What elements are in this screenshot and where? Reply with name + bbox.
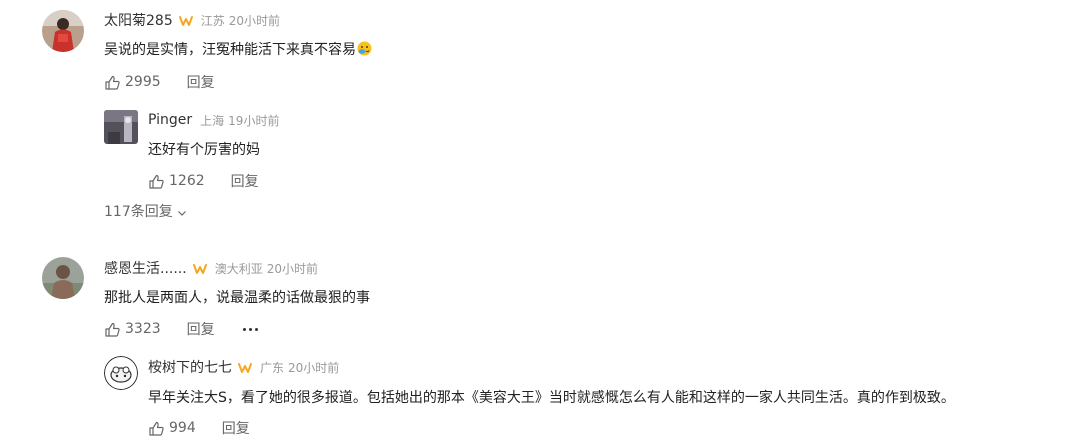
reply-actions: 1262 回复 <box>148 171 259 191</box>
reply-meta: Pinger 上海 19小时前 <box>148 110 279 130</box>
thumbs-up-icon <box>148 173 165 190</box>
like-count: 2995 <box>125 74 161 90</box>
comment-meta: 太阳菊285 江苏 20小时前 <box>104 10 280 30</box>
comment-body: 吴说的是实情，汪冤种能活下来真不容易 <box>104 42 356 58</box>
more-dots-icon[interactable] <box>242 319 258 339</box>
comment-text: 那批人是两面人，说最温柔的话做最狠的事 <box>104 290 370 306</box>
comment-actions: 3323 回复 <box>104 319 258 339</box>
location: 广东 <box>260 360 285 375</box>
expand-replies-button[interactable]: 117条回复 <box>104 201 187 221</box>
expand-replies-label: 117条回复 <box>104 204 173 220</box>
chevron-down-icon <box>177 206 187 216</box>
comment-section: 太阳菊285 江苏 20小时前 吴说的是实情，汪冤种能活下来真不容易 2995 … <box>0 0 1080 440</box>
username[interactable]: Pinger <box>148 112 192 128</box>
like-count: 1262 <box>169 173 205 189</box>
emoji-icon <box>357 41 372 56</box>
timestamp: 20小时前 <box>266 261 318 276</box>
reply-button[interactable]: 回复 <box>187 72 215 92</box>
comment-actions: 2995 回复 <box>104 72 215 92</box>
like-count: 994 <box>169 420 196 436</box>
like-button[interactable]: 2995 <box>104 74 161 91</box>
reply-text: 早年关注大S，看了她的很多报道。包括她出的那本《美容大王》当时就感慨怎么有人能和… <box>148 390 955 406</box>
avatar[interactable] <box>42 257 84 299</box>
timestamp: 19小时前 <box>228 113 280 128</box>
reply-actions: 994 回复 <box>148 418 250 438</box>
avatar[interactable] <box>104 356 138 390</box>
vip-badge-icon <box>238 360 252 374</box>
thumbs-up-icon <box>104 321 121 338</box>
location: 江苏 <box>200 13 225 28</box>
like-button[interactable]: 3323 <box>104 321 161 338</box>
timestamp: 20小时前 <box>288 360 340 375</box>
comment-text: 吴说的是实情，汪冤种能活下来真不容易 <box>104 40 372 60</box>
like-count: 3323 <box>125 321 161 337</box>
vip-badge-icon <box>192 261 207 275</box>
like-button[interactable]: 994 <box>148 420 196 437</box>
timestamp: 20小时前 <box>228 13 281 28</box>
reply-meta: 桉树下的七七 广东 20小时前 <box>148 357 339 377</box>
thumbs-up-icon <box>104 74 121 91</box>
username[interactable]: 感恩生活...... <box>104 258 187 278</box>
vip-badge-icon <box>178 13 193 27</box>
reply-button[interactable]: 回复 <box>231 171 259 191</box>
location: 澳大利亚 <box>214 261 263 276</box>
avatar[interactable] <box>42 10 84 52</box>
reply-button[interactable]: 回复 <box>222 418 250 438</box>
reply-text: 还好有个厉害的妈 <box>148 142 260 158</box>
location: 上海 <box>200 113 225 128</box>
avatar[interactable] <box>104 110 138 144</box>
like-button[interactable]: 1262 <box>148 173 205 190</box>
reply-button[interactable]: 回复 <box>187 319 215 339</box>
username[interactable]: 太阳菊285 <box>104 10 173 30</box>
username[interactable]: 桉树下的七七 <box>148 357 232 377</box>
comment-meta: 感恩生活...... 澳大利亚 20小时前 <box>104 258 318 278</box>
thumbs-up-icon <box>148 420 165 437</box>
